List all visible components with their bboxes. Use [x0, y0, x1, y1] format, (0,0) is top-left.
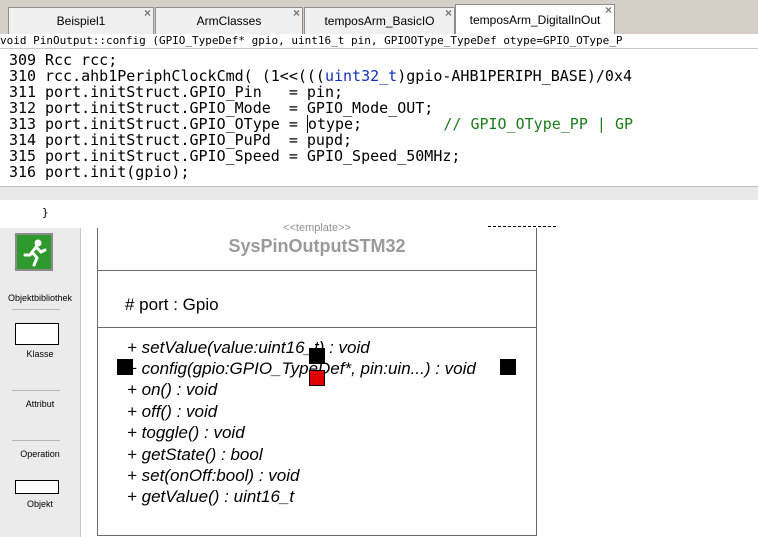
code-text: )gpio-AHB1PERIPH_BASE)/0x4 [397, 67, 633, 85]
line-number: 313 [9, 115, 37, 133]
close-icon[interactable]: × [605, 4, 612, 16]
uml-operation[interactable]: + toggle() : void [127, 423, 245, 443]
divider [12, 390, 60, 391]
tab-label: ArmClasses [196, 14, 262, 28]
tab-armclasses[interactable]: ArmClasses × [155, 7, 303, 34]
line-number: 309 [9, 51, 37, 69]
line-number: 311 [9, 83, 37, 101]
uml-class-name[interactable]: SysPinOutputSTM32 [97, 236, 537, 257]
tab-label: temposArm_DigitalInOut [469, 13, 601, 27]
attribut-tool[interactable]: Attribut [0, 399, 80, 409]
uml-operation[interactable]: + off() : void [127, 402, 217, 422]
line-number: 312 [9, 99, 37, 117]
object-library-icon[interactable] [15, 233, 53, 271]
closing-brace: } [42, 206, 49, 219]
running-man-icon [17, 235, 51, 269]
tab-temposarm-digitalinout[interactable]: temposArm_DigitalInOut × [455, 4, 615, 34]
horizontal-scrollbar[interactable] [0, 186, 758, 201]
tab-beispiel1[interactable]: Beispiel1 × [8, 7, 154, 34]
code-line: 309 Rcc rcc; [0, 52, 117, 68]
uml-operation[interactable]: + on() : void [127, 380, 217, 400]
code-line: 314 port.initStruct.GPIO_PuPd = pupd; [0, 132, 352, 148]
function-signature: void PinOutput::config (GPIO_TypeDef* gp… [0, 34, 758, 49]
close-icon[interactable]: × [293, 7, 300, 19]
klasse-label: Klasse [26, 349, 54, 359]
uml-operation-selected[interactable]: + config(gpio:GPIO_TypeDef*, pin:uin...)… [127, 359, 476, 379]
code-line: 315 port.initStruct.GPIO_Speed = GPIO_Spe… [0, 148, 460, 164]
line-number: 315 [9, 147, 37, 165]
selection-handle-left[interactable] [117, 359, 133, 375]
klasse-tool-icon[interactable] [15, 323, 59, 345]
tab-bar: Beispiel1 × ArmClasses × temposArm_Basic… [0, 0, 758, 34]
uml-operation[interactable]: + setValue(value:uint16_t) : void [127, 338, 370, 358]
code-line: 312 port.initStruct.GPIO_Mode = GPIO_Mode… [0, 100, 433, 116]
uml-divider [97, 327, 537, 328]
code-editor[interactable]: 309 Rcc rcc; 310 rcc.ahb1PeriphClockCmd( (… [0, 49, 758, 186]
uml-operation[interactable]: + getValue() : uint16_t [127, 487, 294, 507]
uml-operation[interactable]: + set(onOff:bool) : void [127, 466, 299, 486]
close-icon[interactable]: × [445, 7, 452, 19]
operation-tool[interactable]: Operation [0, 449, 80, 459]
selection-handle-active[interactable] [309, 370, 325, 386]
uml-divider [97, 270, 537, 271]
uml-operation[interactable]: + getState() : bool [127, 445, 263, 465]
line-number: 314 [9, 131, 37, 149]
line-number: 310 [9, 67, 37, 85]
uml-stereotype: <<template>> [283, 222, 351, 234]
divider [12, 440, 60, 441]
objekt-tool-icon[interactable] [15, 480, 59, 494]
tab-label: temposArm_BasicIO [324, 14, 435, 28]
tab-label: Beispiel1 [56, 14, 106, 28]
selection-handle-top[interactable] [309, 348, 325, 364]
close-icon[interactable]: × [144, 7, 151, 19]
code-text: port.init(gpio); [45, 163, 190, 181]
code-line: 313 port.initStruct.GPIO_OType = otype; /… [0, 115, 634, 133]
uml-attribute[interactable]: # port : Gpio [125, 295, 219, 315]
code-line: 311 port.initStruct.GPIO_Pin = pin; [0, 84, 343, 100]
code-line: 310 rcc.ahb1PeriphClockCmd( (1<<(((uint32… [0, 68, 632, 84]
code-comment: // GPIO_OType_PP | GP [443, 115, 634, 133]
code-line: 316 port.init(gpio); [0, 164, 190, 180]
divider [12, 309, 60, 310]
selection-handle-right[interactable] [500, 359, 516, 375]
line-number: 316 [9, 163, 37, 181]
tab-temposarm-basicio[interactable]: temposArm_BasicIO × [304, 7, 455, 34]
objektbibliothek-label: Objektbibliothek [7, 293, 73, 303]
objekt-label: Objekt [26, 499, 53, 509]
